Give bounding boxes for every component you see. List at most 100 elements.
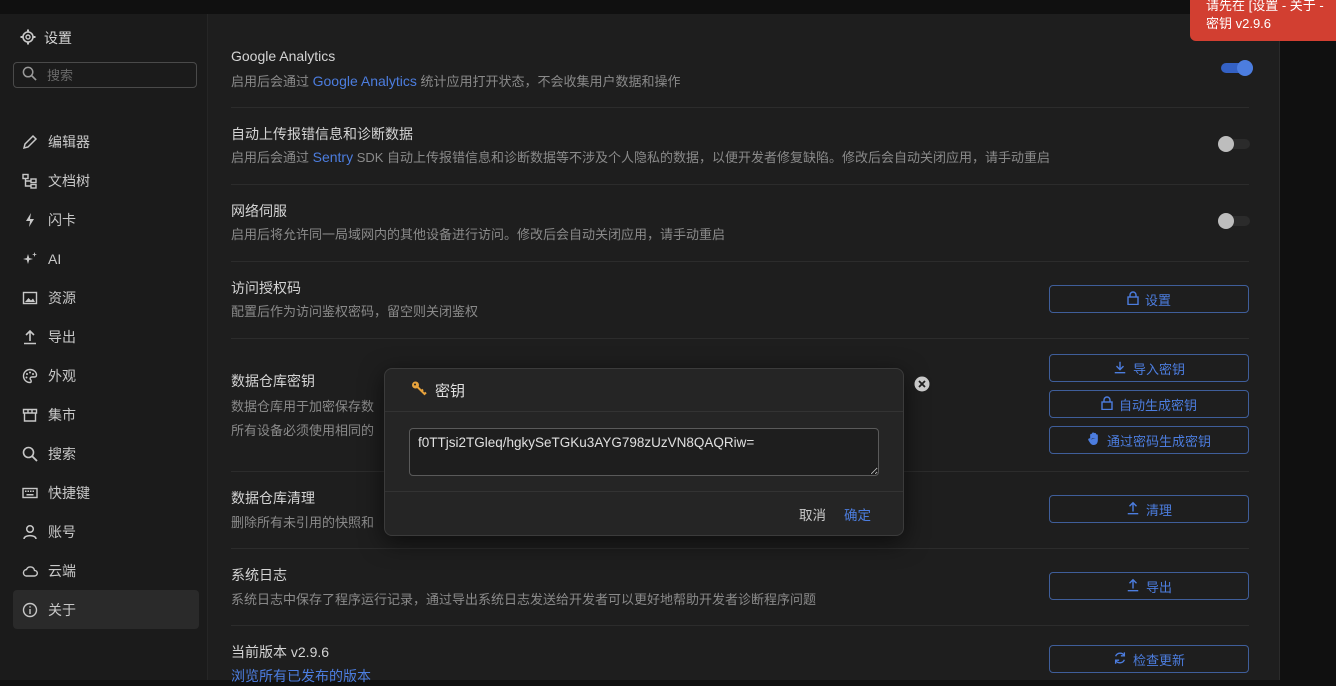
refresh-icon xyxy=(1113,651,1127,668)
sidebar-item-assets[interactable]: 资源 xyxy=(13,278,199,317)
sidebar-item-label: 文档树 xyxy=(48,172,90,189)
dialog-body: f0TTjsi2TGleq/hgkySeTGKu3AYG798zUzVN8QAQ… xyxy=(385,412,903,492)
cancel-button[interactable]: 取消 xyxy=(799,504,826,524)
sidebar-item-cloud[interactable]: 云端 xyxy=(13,551,199,590)
network-serve-toggle[interactable] xyxy=(1218,213,1250,229)
lock-icon xyxy=(1127,290,1139,308)
sidebar-item-label: AI xyxy=(48,250,62,267)
button-label: 检查更新 xyxy=(1132,652,1185,668)
key-textarea[interactable]: f0TTjsi2TGleq/hgkySeTGKu3AYG798zUzVN8QAQ… xyxy=(409,428,879,476)
sparkle-icon xyxy=(21,251,39,267)
sidebar-item-appearance[interactable]: 外观 xyxy=(13,356,199,395)
button-label: 自动生成密钥 xyxy=(1118,397,1197,413)
sidebar-nav: 编辑器 文档树 闪卡 AI 资源 导出 外观 集市 搜索 快捷键 账号 云端 关… xyxy=(13,122,199,629)
toast-line: 密钥 v2.9.6 xyxy=(1206,16,1272,31)
auto-generate-key-button[interactable]: 自动生成密钥 xyxy=(1049,390,1249,418)
setting-description: 配置后作为访问鉴权密码，留空则关闭鉴权 xyxy=(231,304,479,319)
export-log-button[interactable]: 导出 xyxy=(1049,572,1249,600)
pencil-icon xyxy=(21,134,39,150)
sidebar-item-bazaar[interactable]: 集市 xyxy=(13,395,199,434)
sidebar-item-label: 搜索 xyxy=(48,445,76,462)
desc-text: 启用后会通过 xyxy=(231,150,313,165)
sidebar-item-keymap[interactable]: 快捷键 xyxy=(13,473,199,512)
palette-icon xyxy=(21,368,39,384)
desc-text: 启用后会通过 xyxy=(231,74,313,89)
setting-description: 启用后将允许同一局域网内的其他设备进行访问。修改后会自动关闭应用，请手动重启 xyxy=(231,227,726,242)
sidebar-item-filetree[interactable]: 文档树 xyxy=(13,161,199,200)
settings-content: Google Analytics 启用后会通过 Google Analytics… xyxy=(208,14,1278,684)
hand-icon xyxy=(1087,431,1101,449)
lightning-icon xyxy=(21,212,39,228)
error-toast[interactable]: 请先在 [设置 - 关于 - 密钥 v2.9.6 xyxy=(1190,0,1336,41)
setting-description: 系统日志中保存了程序运行记录，通过导出系统日志发送给开发者可以更好地帮助开发者诊… xyxy=(231,592,817,607)
key-icon xyxy=(411,380,427,400)
toast-line: 请先在 [设置 - 关于 - xyxy=(1206,0,1324,13)
sidebar-item-about[interactable]: 关于 xyxy=(13,590,199,629)
setting-title: 访问授权码 xyxy=(231,280,301,296)
button-label: 清理 xyxy=(1145,502,1172,518)
sentry-link[interactable]: Sentry xyxy=(313,149,353,165)
settings-window: 设置 编辑器 文档树 闪卡 AI xyxy=(0,14,1280,684)
image-icon xyxy=(21,290,39,306)
google-analytics-link[interactable]: Google Analytics xyxy=(313,73,417,89)
sidebar-item-label: 快捷键 xyxy=(48,484,90,501)
sidebar-item-label: 账号 xyxy=(48,523,76,540)
sidebar-item-label: 集市 xyxy=(48,406,76,423)
dialog-header: 密钥 xyxy=(385,369,903,412)
info-icon xyxy=(21,602,39,618)
google-analytics-toggle[interactable] xyxy=(1221,60,1253,76)
setting-title: 数据仓库密钥 xyxy=(231,373,315,389)
confirm-button[interactable]: 确定 xyxy=(844,504,871,524)
keyboard-icon xyxy=(21,485,39,501)
sidebar-item-account[interactable]: 账号 xyxy=(13,512,199,551)
check-update-button[interactable]: 检查更新 xyxy=(1049,645,1249,673)
setting-google-analytics: Google Analytics 启用后会通过 Google Analytics… xyxy=(231,32,1253,108)
setting-title: 当前版本 v2.9.6 xyxy=(231,644,330,660)
sidebar-search-box[interactable] xyxy=(13,62,197,88)
upload-error-toggle[interactable] xyxy=(1218,136,1250,152)
button-label: 导入密钥 xyxy=(1132,361,1185,377)
all-releases-link[interactable]: 浏览所有已发布的版本 xyxy=(231,668,371,684)
setting-system-log: 系统日志 系统日志中保存了程序运行记录，通过导出系统日志发送给开发者可以更好地帮… xyxy=(231,548,1249,626)
button-label: 设置 xyxy=(1144,292,1171,308)
lock-icon xyxy=(1101,395,1113,413)
setting-network-serve: 网络伺服 启用后将允许同一局域网内的其他设备进行访问。修改后会自动关闭应用，请手… xyxy=(231,184,1250,262)
search-icon xyxy=(21,446,39,462)
setting-access-auth-code: 访问授权码 配置后作为访问鉴权密码，留空则关闭鉴权 设置 xyxy=(231,261,1249,339)
sidebar-item-flashcard[interactable]: 闪卡 xyxy=(13,200,199,239)
setting-warning: 所有设备必须使用相同的 xyxy=(231,423,375,438)
setting-description: 数据仓库用于加密保存数 xyxy=(231,399,375,414)
sidebar-item-export[interactable]: 导出 xyxy=(13,317,199,356)
sidebar-search-input[interactable] xyxy=(45,66,189,84)
desc-text: SDK 自动上传报错信息和诊断数据等不涉及个人隐私的数据，以便开发者修复缺陷。修… xyxy=(353,150,1051,165)
sidebar-item-ai[interactable]: AI xyxy=(13,239,199,278)
generate-key-from-password-button[interactable]: 通过密码生成密钥 xyxy=(1049,426,1249,454)
button-label: 通过密码生成密钥 xyxy=(1106,433,1211,449)
import-key-button[interactable]: 导入密钥 xyxy=(1049,354,1249,382)
user-icon xyxy=(21,524,39,540)
setting-title: 自动上传报错信息和诊断数据 xyxy=(231,126,413,142)
close-icon[interactable] xyxy=(914,376,930,392)
auth-code-set-button[interactable]: 设置 xyxy=(1049,285,1249,313)
desc-text: 统计应用打开状态，不会收集用户数据和操作 xyxy=(416,74,681,89)
sidebar-header: 设置 xyxy=(20,28,72,48)
setting-title: 数据仓库清理 xyxy=(231,490,315,506)
cloud-icon xyxy=(21,563,39,579)
sidebar-item-editor[interactable]: 编辑器 xyxy=(13,122,199,161)
upload-icon xyxy=(1126,578,1140,595)
settings-sidebar: 设置 编辑器 文档树 闪卡 AI xyxy=(0,14,208,680)
setting-current-version: 当前版本 v2.9.6 浏览所有已发布的版本 检查更新 xyxy=(231,625,1249,685)
sidebar-item-label: 资源 xyxy=(48,289,76,306)
repo-clean-button[interactable]: 清理 xyxy=(1049,495,1249,523)
tree-icon xyxy=(21,173,39,189)
setting-title: Google Analytics xyxy=(231,48,336,64)
sidebar-item-label: 外观 xyxy=(48,367,76,384)
upload-icon xyxy=(21,329,39,345)
dialog-title: 密钥 xyxy=(435,382,466,400)
setting-description: 删除所有未引用的快照和 xyxy=(231,515,375,530)
sidebar-item-label: 导出 xyxy=(48,328,76,345)
search-icon xyxy=(22,66,37,84)
setting-description: 启用后会通过 Sentry SDK 自动上传报错信息和诊断数据等不涉及个人隐私的… xyxy=(231,147,1050,166)
sidebar-item-search[interactable]: 搜索 xyxy=(13,434,199,473)
sidebar-item-label: 关于 xyxy=(48,601,76,618)
